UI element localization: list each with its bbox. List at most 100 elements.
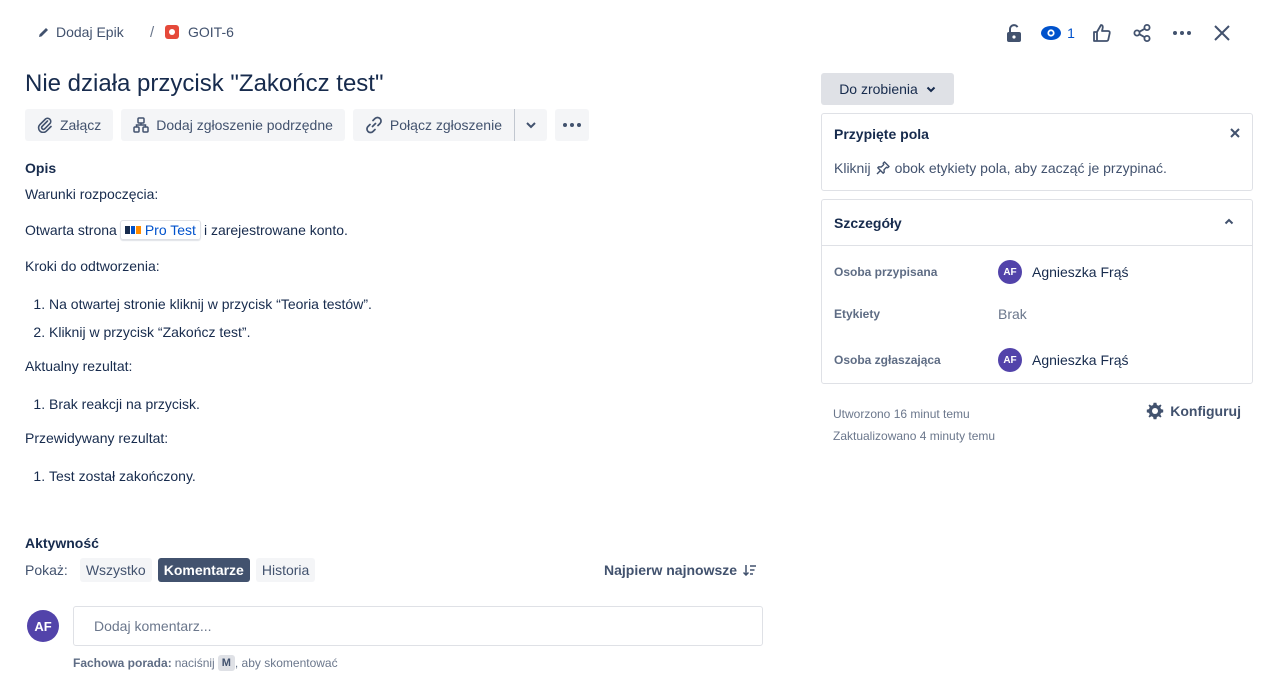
filter-comments[interactable]: Komentarze [157, 558, 250, 582]
description: Opis Warunki rozpoczęcia: Otwarta strona… [25, 160, 765, 484]
pro-tip-text: naciśnij [174, 656, 215, 670]
lock-icon[interactable] [994, 20, 1034, 46]
paperclip-icon [37, 117, 53, 133]
pro-test-link-label: Pro Test [144, 222, 196, 238]
field-labels: Etykiety Brak [834, 306, 1027, 322]
list-item: Test został zakończony. [49, 466, 196, 486]
details-header[interactable]: Szczegóły [822, 200, 1252, 246]
pin-icon [875, 160, 891, 176]
site-favicon-icon [124, 226, 141, 234]
reporter-name: Agnieszka Frąś [1032, 352, 1129, 368]
expected-list: Test został zakończony. [25, 466, 196, 486]
add-epic-label: Dodaj Epik [56, 24, 124, 40]
pencil-icon [38, 26, 50, 38]
reporter-value[interactable]: AF Agnieszka Frąś [998, 348, 1128, 372]
actual-list: Brak reakcji na przycisk. [25, 394, 200, 414]
configure-label: Konfiguruj [1170, 403, 1241, 419]
sort-icon [743, 564, 757, 576]
details-panel: Szczegóły Osoba przypisana AF Agnieszka … [821, 199, 1253, 384]
pro-tip: Fachowa porada: naciśnij M , aby skoment… [73, 655, 338, 671]
field-label: Osoba przypisana [834, 265, 938, 279]
more-icon[interactable] [1162, 20, 1202, 46]
field-label: Osoba zgłaszająca [834, 353, 941, 367]
assignee-value[interactable]: AF Agnieszka Frąś [998, 260, 1128, 284]
link-issue-dropdown[interactable] [513, 109, 547, 141]
steps-heading: Kroki do odtworzenia: [25, 258, 160, 274]
sort-button[interactable]: Najpierw najnowsze [604, 562, 757, 578]
list-item: Na otwartej stronie kliknij w przycisk “… [49, 294, 372, 314]
pro-test-link[interactable]: Pro Test [119, 220, 201, 240]
pinned-fields-panel: Przypięte pola Kliknij obok etykiety pol… [821, 113, 1253, 191]
pinned-fields-hint: Kliknij obok etykiety pola, aby zacząć j… [834, 160, 1167, 176]
watch-button[interactable]: 1 [1034, 20, 1082, 46]
expected-heading: Przewidywany rezultat: [25, 430, 169, 446]
updated-time: Zaktualizowano 4 minuty temu [833, 429, 996, 443]
child-issue-icon [133, 117, 149, 133]
activity-title: Aktywność [25, 535, 99, 551]
watch-count: 1 [1067, 25, 1075, 41]
share-icon[interactable] [1122, 20, 1162, 46]
avatar: AF [998, 260, 1022, 284]
status-dropdown[interactable]: Do zrobienia [821, 73, 954, 105]
attach-label: Załącz [60, 117, 102, 133]
preconditions-heading: Warunki rozpoczęcia: [25, 186, 159, 202]
labels-value[interactable]: Brak [998, 306, 1027, 322]
close-icon[interactable] [1202, 20, 1242, 46]
field-label: Etykiety [834, 307, 881, 321]
sort-label: Najpierw najnowsze [604, 562, 738, 578]
add-child-label: Dodaj zgłoszenie podrzędne [156, 117, 333, 133]
gear-icon [1146, 402, 1164, 420]
field-assignee: Osoba przypisana AF Agnieszka Frąś [834, 260, 1128, 284]
configure-button[interactable]: Konfiguruj [1146, 402, 1241, 420]
pro-tip-label: Fachowa porada: [73, 656, 172, 670]
issue-title[interactable]: Nie działa przycisk "Zakończ test" [25, 70, 384, 98]
issue-key-link[interactable]: GOIT-6 [165, 24, 234, 40]
preconditions-prefix: Otwarta strona [25, 222, 117, 238]
actual-heading: Aktualny rezultat: [25, 358, 133, 374]
show-label: Pokaż: [25, 562, 68, 578]
bug-icon [165, 25, 179, 39]
link-issue-label: Połącz zgłoszenie [389, 117, 502, 133]
description-label: Opis [25, 160, 57, 176]
activity-filters: Pokaż: Wszystko Komentarze Historia [25, 558, 316, 582]
close-icon[interactable] [1230, 128, 1240, 138]
issue-meta: Utworzono 16 minut temu Zaktualizowano 4… [833, 403, 995, 447]
chevron-down-icon [926, 86, 936, 93]
status-label: Do zrobienia [839, 81, 918, 97]
link-issue-button[interactable]: Połącz zgłoszenie [352, 109, 514, 141]
issue-toolbar: 1 [994, 20, 1242, 46]
list-item: Brak reakcji na przycisk. [49, 394, 200, 414]
pinned-hint-after: obok etykiety pola, aby zacząć je przypi… [894, 160, 1167, 176]
preconditions-suffix: i zarejestrowane konto. [203, 222, 348, 238]
shortcut-key: M [217, 655, 235, 671]
steps-list: Na otwartej stronie kliknij w przycisk “… [25, 294, 372, 342]
comment-input[interactable]: Dodaj komentarz... [73, 606, 763, 646]
filter-history[interactable]: Historia [255, 558, 316, 582]
pinned-hint-before: Kliknij [834, 160, 871, 176]
created-time: Utworzono 16 minut temu [833, 407, 970, 421]
list-item: Kliknij w przycisk “Zakończ test”. [49, 322, 372, 342]
field-reporter: Osoba zgłaszająca AF Agnieszka Frąś [834, 348, 1128, 372]
link-icon [365, 116, 383, 134]
more-icon [562, 123, 581, 127]
add-child-issue-button[interactable]: Dodaj zgłoszenie podrzędne [121, 109, 345, 141]
avatar: AF [27, 610, 59, 642]
pro-tip-text-end: , aby skomentować [234, 656, 338, 670]
breadcrumb-separator: / [150, 24, 155, 41]
issue-actions: Załącz Dodaj zgłoszenie podrzędne Połącz… [25, 109, 589, 141]
link-issue-group: Połącz zgłoszenie [352, 109, 547, 141]
filter-all[interactable]: Wszystko [79, 558, 152, 582]
chevron-down-icon [525, 121, 537, 129]
attach-button[interactable]: Załącz [25, 109, 114, 141]
preconditions-text: Otwarta strona Pro Test i zarejestrowane… [25, 220, 348, 240]
more-actions-button[interactable] [554, 109, 589, 141]
issue-key: GOIT-6 [188, 24, 234, 40]
pinned-fields-title: Przypięte pola [834, 126, 929, 142]
chevron-up-icon [1224, 218, 1234, 225]
assignee-name: Agnieszka Frąś [1032, 264, 1129, 280]
add-epic-link[interactable]: Dodaj Epik [38, 24, 124, 40]
thumbs-up-icon[interactable] [1082, 20, 1122, 46]
eye-icon [1041, 26, 1062, 40]
avatar: AF [998, 348, 1022, 372]
details-title: Szczegóły [834, 215, 902, 231]
